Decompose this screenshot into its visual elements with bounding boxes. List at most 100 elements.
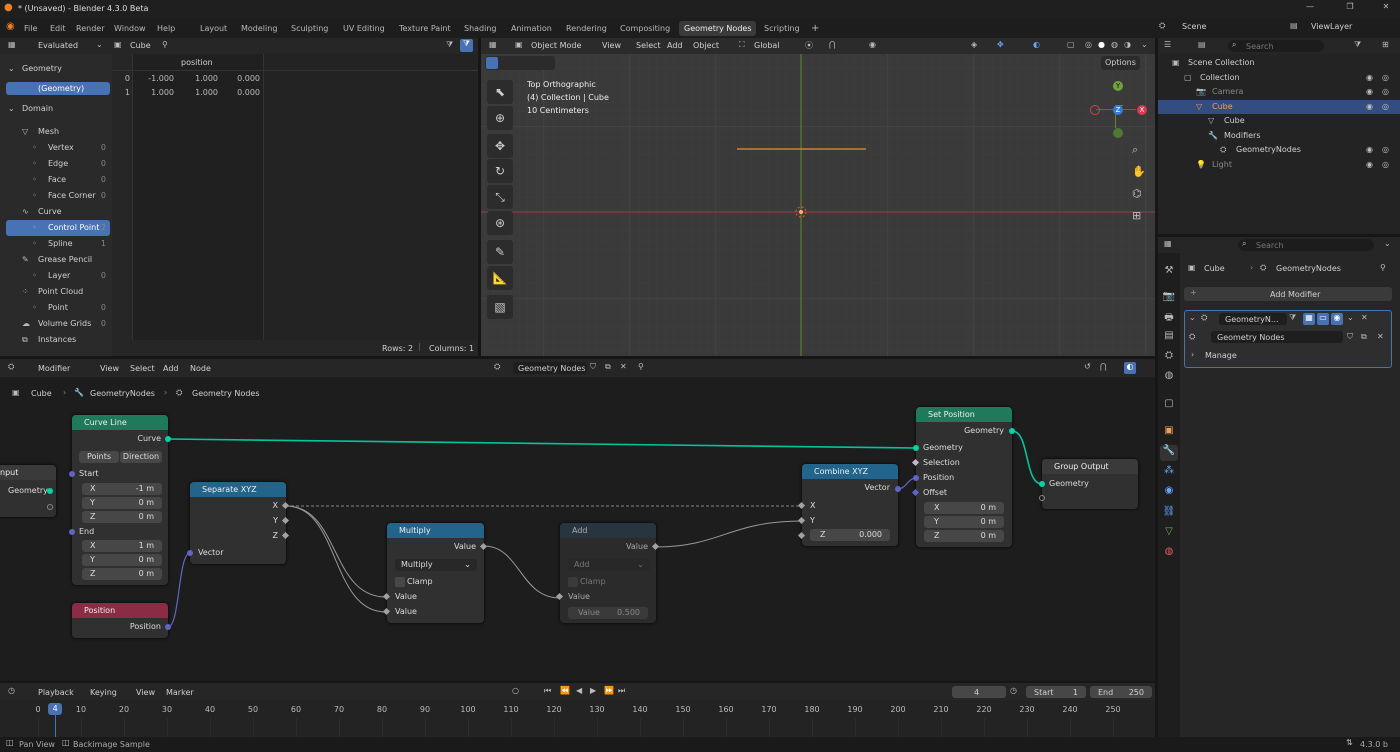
tool-properties-icon[interactable]: ⚒ [1160, 265, 1178, 281]
unlink-icon[interactable]: ✕ [1377, 332, 1384, 341]
magnet-icon[interactable]: ⋂ [829, 40, 836, 49]
add-modifier-button[interactable]: + Add Modifier [1184, 287, 1392, 301]
chevron-down-icon[interactable]: ⌄ [1384, 239, 1391, 248]
playhead[interactable]: 4 [48, 703, 63, 715]
outliner-item[interactable]: ⛭ GeometryNodes ◉ ◎ [1158, 143, 1400, 157]
rotate-tool-icon[interactable]: ↻ [487, 159, 513, 183]
menu-add[interactable]: Add [667, 41, 683, 50]
output-socket[interactable] [895, 486, 901, 492]
group-output-node[interactable]: Group Output Geometry [1039, 459, 1138, 509]
curve-line-node[interactable]: Curve Line Curve Points Direction Start … [69, 415, 171, 585]
transform-tool-icon[interactable]: ⊛ [487, 211, 513, 235]
tab-modeling[interactable]: Modeling [236, 21, 282, 36]
material-properties-icon[interactable]: ◍ [1160, 546, 1178, 562]
domain-item[interactable]: ☁ Volume Grids 0 [0, 316, 110, 332]
visibility-icon[interactable]: ◈ [971, 40, 977, 49]
tab-geometry-nodes[interactable]: Geometry Nodes [679, 21, 757, 36]
select-tool-icon[interactable]: ⬉ [487, 80, 513, 104]
eval-mode[interactable]: Evaluated [38, 41, 78, 50]
scale-tool-icon[interactable]: ⤡ [487, 185, 513, 209]
tab-texture-paint[interactable]: Texture Paint [394, 21, 456, 36]
menu-keying[interactable]: Keying [90, 688, 117, 697]
jump-end-icon[interactable]: ⏭ [618, 686, 625, 696]
multiply-node[interactable]: Multiply Value Multiply ⌄ Clamp Value Val… [382, 523, 488, 623]
outliner-item[interactable]: ▣ Scene Collection [1158, 56, 1400, 70]
input-socket[interactable] [1039, 495, 1045, 501]
editor-type-icon[interactable]: ▦ [1164, 239, 1172, 248]
tab-scripting[interactable]: Scripting [759, 21, 805, 36]
operation-dropdown[interactable]: Multiply ⌄ [395, 559, 477, 571]
domain-item[interactable]: ◦ Face Corner 0 [0, 188, 110, 204]
modifier-properties-icon[interactable]: 🔧 [1160, 445, 1178, 461]
domain-item[interactable]: ▽ Mesh [0, 124, 110, 140]
end-y-field[interactable]: Y0 m [82, 554, 162, 566]
visibility-eye-icon[interactable]: ◉ [1366, 71, 1373, 85]
start-z-field[interactable]: Z0 m [82, 511, 162, 523]
menu-view[interactable]: View [136, 688, 155, 697]
next-keyframe-icon[interactable]: ⏩ [604, 686, 614, 695]
outliner-item[interactable]: ▢ Collection ◉ ◎ [1158, 71, 1400, 85]
editor-type-icon[interactable]: ☰ [1164, 40, 1171, 49]
add-node[interactable]: Add Value Add ⌄ Clamp Value Value 0.500 [555, 523, 660, 623]
render-camera-icon[interactable]: ◎ [1382, 100, 1389, 114]
clamp-checkbox[interactable] [395, 577, 405, 587]
tab-compositing[interactable]: Compositing [615, 21, 675, 36]
display-mode-icon[interactable]: ▤ [1198, 40, 1206, 49]
measure-tool-icon[interactable]: 📐 [487, 266, 513, 290]
gizmo-y-axis[interactable]: Y [1113, 81, 1123, 91]
domain-item[interactable]: ◦ Spline 1 [0, 236, 110, 252]
modifier-name-field[interactable]: GeometryN... [1219, 313, 1287, 325]
start-y-field[interactable]: Y0 m [82, 497, 162, 509]
combine-xyz-node[interactable]: Combine XYZ Vector X Y Z 0.000 [797, 464, 901, 546]
minimize-button[interactable]: — [1300, 2, 1320, 11]
end-z-field[interactable]: Z0 m [82, 568, 162, 580]
material-shading-icon[interactable]: ◍ [1111, 40, 1118, 49]
3d-viewport[interactable]: ▦ ▣ Object Mode View Select Add Object ⛶… [481, 38, 1155, 356]
render-camera-icon[interactable]: ◎ [1382, 158, 1389, 172]
gizmo-neg-x[interactable] [1090, 105, 1100, 115]
render-display-icon[interactable]: ◉ [1331, 313, 1343, 325]
properties-search[interactable]: ⌕ Search [1238, 239, 1374, 251]
chevron-down-icon[interactable]: ⌄ [1347, 313, 1354, 322]
input-socket[interactable] [187, 550, 193, 556]
domain-item[interactable]: ◦ Layer 0 [0, 268, 110, 284]
proportional-edit-icon[interactable]: ◉ [869, 40, 876, 49]
start-x-field[interactable]: X -1 m [82, 483, 162, 495]
solid-shading-icon[interactable]: ● [1098, 40, 1105, 49]
tab-shading[interactable]: Shading [459, 21, 502, 36]
new-collection-icon[interactable]: ⊞ [1382, 40, 1389, 49]
end-frame-field[interactable]: End 250 [1090, 686, 1152, 698]
domain-item[interactable]: ◦ Face 0 [0, 172, 110, 188]
scene-name[interactable]: Scene [1182, 22, 1206, 31]
z-value-field[interactable]: Z 0.000 [810, 529, 890, 541]
menu-window[interactable]: Window [109, 21, 151, 36]
add-cube-tool-icon[interactable]: ▧ [487, 295, 513, 319]
add-workspace-button[interactable]: + [806, 21, 824, 36]
render-camera-icon[interactable]: ◎ [1382, 143, 1389, 157]
node-editor[interactable]: ⛭ Modifier View Select Add Node ⛭ Geomet… [0, 359, 1155, 681]
group-input-node[interactable]: nput Geometry [0, 465, 56, 517]
move-tool-icon[interactable]: ✥ [487, 134, 513, 158]
value-field[interactable]: Value 0.500 [568, 607, 648, 619]
blender-menu-icon[interactable]: ◉ [6, 21, 15, 32]
menu-select[interactable]: Select [636, 41, 661, 50]
play-icon[interactable]: ▶ [590, 686, 596, 695]
menu-playback[interactable]: Playback [38, 688, 74, 697]
menu-object[interactable]: Object [693, 41, 719, 50]
scene-properties-icon[interactable]: ⛭ [1160, 350, 1178, 366]
constraints-icon[interactable]: ⛓ [1160, 506, 1178, 522]
current-frame-field[interactable]: 4 [952, 686, 1006, 698]
edit-mode-toggle-icon[interactable]: ⧩ [1289, 313, 1296, 323]
menu-help[interactable]: Help [152, 21, 180, 36]
outliner-item[interactable]: 📷 Camera ◉ ◎ [1158, 85, 1400, 99]
visibility-eye-icon[interactable]: ◉ [1366, 85, 1373, 99]
physics-icon[interactable]: ◉ [1160, 485, 1178, 501]
data-properties-icon[interactable]: ▽ [1160, 526, 1178, 542]
maximize-button[interactable]: ❐ [1340, 2, 1360, 11]
pin-icon[interactable]: ⚲ [1380, 263, 1386, 272]
particles-icon[interactable]: ⁂ [1160, 465, 1178, 481]
gizmo-neg-y[interactable] [1113, 128, 1123, 138]
output-socket[interactable] [165, 624, 171, 630]
domain-item[interactable]: ⁘ Point Cloud [0, 284, 110, 300]
duplicate-icon[interactable]: ⧉ [1361, 332, 1367, 342]
